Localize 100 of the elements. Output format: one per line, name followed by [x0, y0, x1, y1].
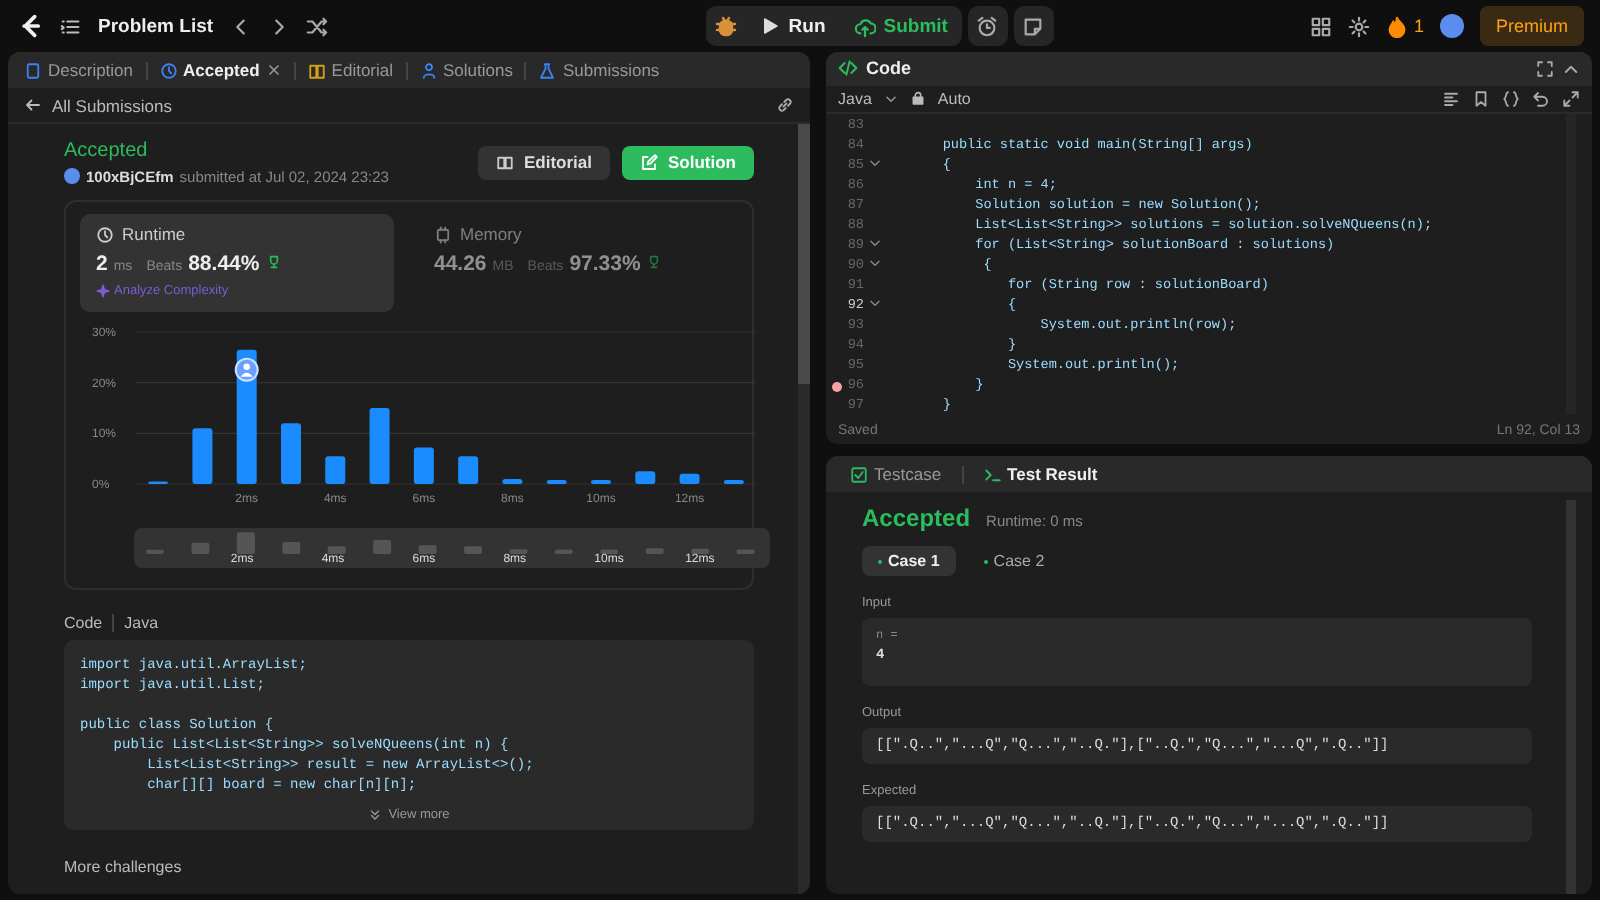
chart-bar — [679, 473, 700, 484]
chart-bar — [591, 479, 611, 484]
bookmark-icon[interactable] — [1472, 89, 1490, 108]
flame-icon — [1385, 15, 1408, 37]
streak-count: 1 — [1413, 16, 1424, 36]
overview-bar — [146, 549, 164, 554]
checkbox-icon — [850, 465, 868, 483]
overview-bar — [373, 540, 392, 554]
person-icon — [419, 61, 438, 79]
status-text: Accepted — [64, 139, 150, 161]
premium-button[interactable]: Premium — [1479, 6, 1584, 46]
chart-bar — [635, 471, 656, 484]
case-tab[interactable]: Case 2 — [967, 546, 1061, 576]
overview-bar — [554, 549, 573, 554]
language-label: Java — [124, 614, 159, 632]
beats-value: 97.33% — [569, 252, 641, 276]
panel-tab[interactable]: Test Result — [971, 462, 1110, 486]
breakpoint-marker[interactable] — [832, 381, 842, 392]
terminal-icon — [983, 465, 1002, 483]
chart-bar — [458, 456, 479, 484]
list-icon[interactable] — [60, 15, 82, 37]
more-challenges-heading: More challenges — [64, 858, 184, 876]
settings-icon[interactable] — [1347, 15, 1370, 37]
notes-button[interactable] — [1013, 6, 1054, 46]
run-button[interactable]: Run — [746, 6, 840, 46]
case-tab[interactable]: Case 1 — [862, 546, 956, 576]
scrollbar[interactable] — [798, 124, 810, 894]
shuffle-icon[interactable] — [305, 15, 328, 37]
chevron-down-icon[interactable] — [883, 91, 898, 106]
trophy-icon — [265, 254, 282, 270]
sparkle-icon — [96, 284, 110, 298]
clock-icon — [159, 61, 178, 79]
scrollbar[interactable] — [1566, 500, 1576, 894]
submit-button[interactable]: Submit — [839, 6, 962, 46]
panel-tab[interactable]: Testcase — [838, 462, 954, 486]
fullscreen-icon[interactable] — [1562, 89, 1580, 108]
overview-bar — [327, 546, 346, 554]
document-icon — [24, 61, 42, 79]
chart-bar — [502, 478, 523, 484]
result-status: Accepted — [862, 504, 971, 532]
edit-icon — [640, 153, 658, 171]
link-icon[interactable] — [776, 96, 794, 114]
editorial-button[interactable]: Editorial — [477, 145, 610, 179]
code-label: Code — [64, 614, 103, 632]
undo-icon[interactable] — [1532, 89, 1550, 108]
clock-icon — [96, 225, 114, 243]
double-chevron-down-icon — [368, 808, 383, 822]
stat-value: 2 — [96, 252, 108, 276]
format-icon[interactable] — [1442, 89, 1460, 108]
overview-bar — [418, 545, 437, 554]
chip-icon — [434, 225, 452, 243]
overview-bar — [236, 532, 255, 554]
chart-bar — [413, 447, 434, 484]
panel-title: Code — [866, 58, 911, 79]
code-icon — [838, 58, 858, 79]
bug-icon[interactable] — [714, 14, 739, 38]
lock-icon — [909, 90, 926, 107]
user-avatar — [64, 168, 80, 184]
flask-icon — [538, 61, 557, 79]
braces-icon[interactable] — [1502, 89, 1520, 108]
fold-chevron-icon[interactable] — [868, 156, 882, 171]
beats-value: 88.44% — [188, 252, 260, 276]
book-icon — [307, 61, 326, 79]
overview-bar — [464, 546, 482, 554]
stat-title: Runtime — [122, 224, 186, 244]
chart-bar — [546, 479, 567, 484]
problem-list-title[interactable]: Problem List — [98, 15, 214, 37]
panel-tab[interactable]: Accepted — [155, 60, 286, 80]
mode-label: Auto — [937, 89, 971, 108]
chart-bar — [723, 479, 744, 484]
book-icon — [495, 153, 514, 171]
stat-title: Memory — [460, 224, 522, 244]
cloud-upload-icon — [853, 15, 876, 37]
trophy-icon — [646, 254, 663, 270]
avatar[interactable] — [1439, 14, 1464, 38]
chart-bar — [325, 456, 346, 484]
overview-bar — [691, 548, 710, 554]
all-submissions-link[interactable]: All Submissions — [52, 95, 172, 115]
play-icon — [760, 16, 781, 36]
panel-tab[interactable]: Submissions — [534, 60, 664, 80]
user-avatar-icon — [234, 357, 259, 382]
panel-tab[interactable]: Editorial — [303, 60, 398, 80]
chart-bar — [192, 428, 213, 484]
overview-bar — [509, 549, 528, 554]
panel-tab[interactable]: Solutions — [415, 60, 517, 80]
alarm-button[interactable] — [967, 6, 1008, 46]
layout-grid-icon[interactable] — [1309, 15, 1332, 37]
back-arrow-icon[interactable] — [24, 96, 42, 114]
overview-bar — [736, 549, 755, 554]
fold-chevron-icon[interactable] — [868, 296, 882, 311]
overview-bar — [600, 549, 619, 554]
note-icon — [1022, 15, 1045, 37]
overview-bar — [282, 542, 301, 554]
language-dropdown[interactable]: Java — [838, 89, 872, 108]
overview-bar — [191, 542, 210, 554]
chart-bar — [281, 423, 301, 484]
expand-icon[interactable] — [1536, 59, 1554, 78]
close-icon[interactable] — [265, 62, 282, 78]
panel-tab[interactable]: Description — [20, 60, 138, 80]
alarm-clock-icon — [976, 15, 999, 37]
